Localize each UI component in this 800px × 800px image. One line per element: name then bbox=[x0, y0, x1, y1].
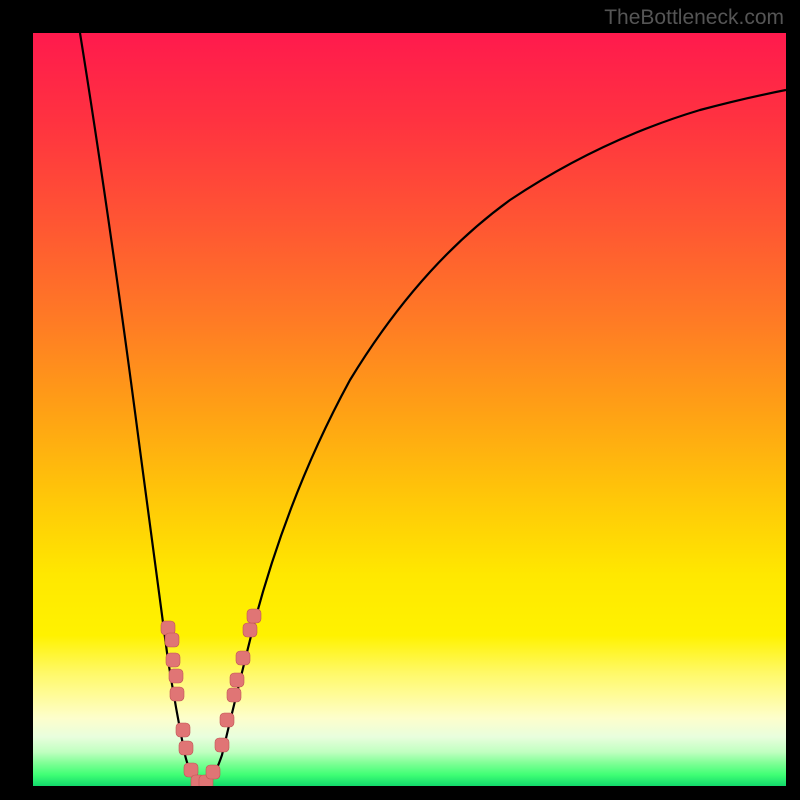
data-point bbox=[215, 738, 229, 752]
data-point bbox=[165, 633, 179, 647]
bottleneck-chart bbox=[0, 0, 800, 800]
data-point bbox=[220, 713, 234, 727]
watermark-text: TheBottleneck.com bbox=[604, 6, 784, 30]
data-point bbox=[236, 651, 250, 665]
data-point bbox=[169, 669, 183, 683]
data-point bbox=[230, 673, 244, 687]
data-point bbox=[243, 623, 257, 637]
chart-container bbox=[0, 0, 800, 800]
data-point bbox=[206, 765, 220, 779]
data-point bbox=[170, 687, 184, 701]
data-point bbox=[166, 653, 180, 667]
data-point bbox=[176, 723, 190, 737]
gradient-background bbox=[33, 33, 786, 786]
data-point bbox=[247, 609, 261, 623]
data-point bbox=[179, 741, 193, 755]
data-point bbox=[227, 688, 241, 702]
